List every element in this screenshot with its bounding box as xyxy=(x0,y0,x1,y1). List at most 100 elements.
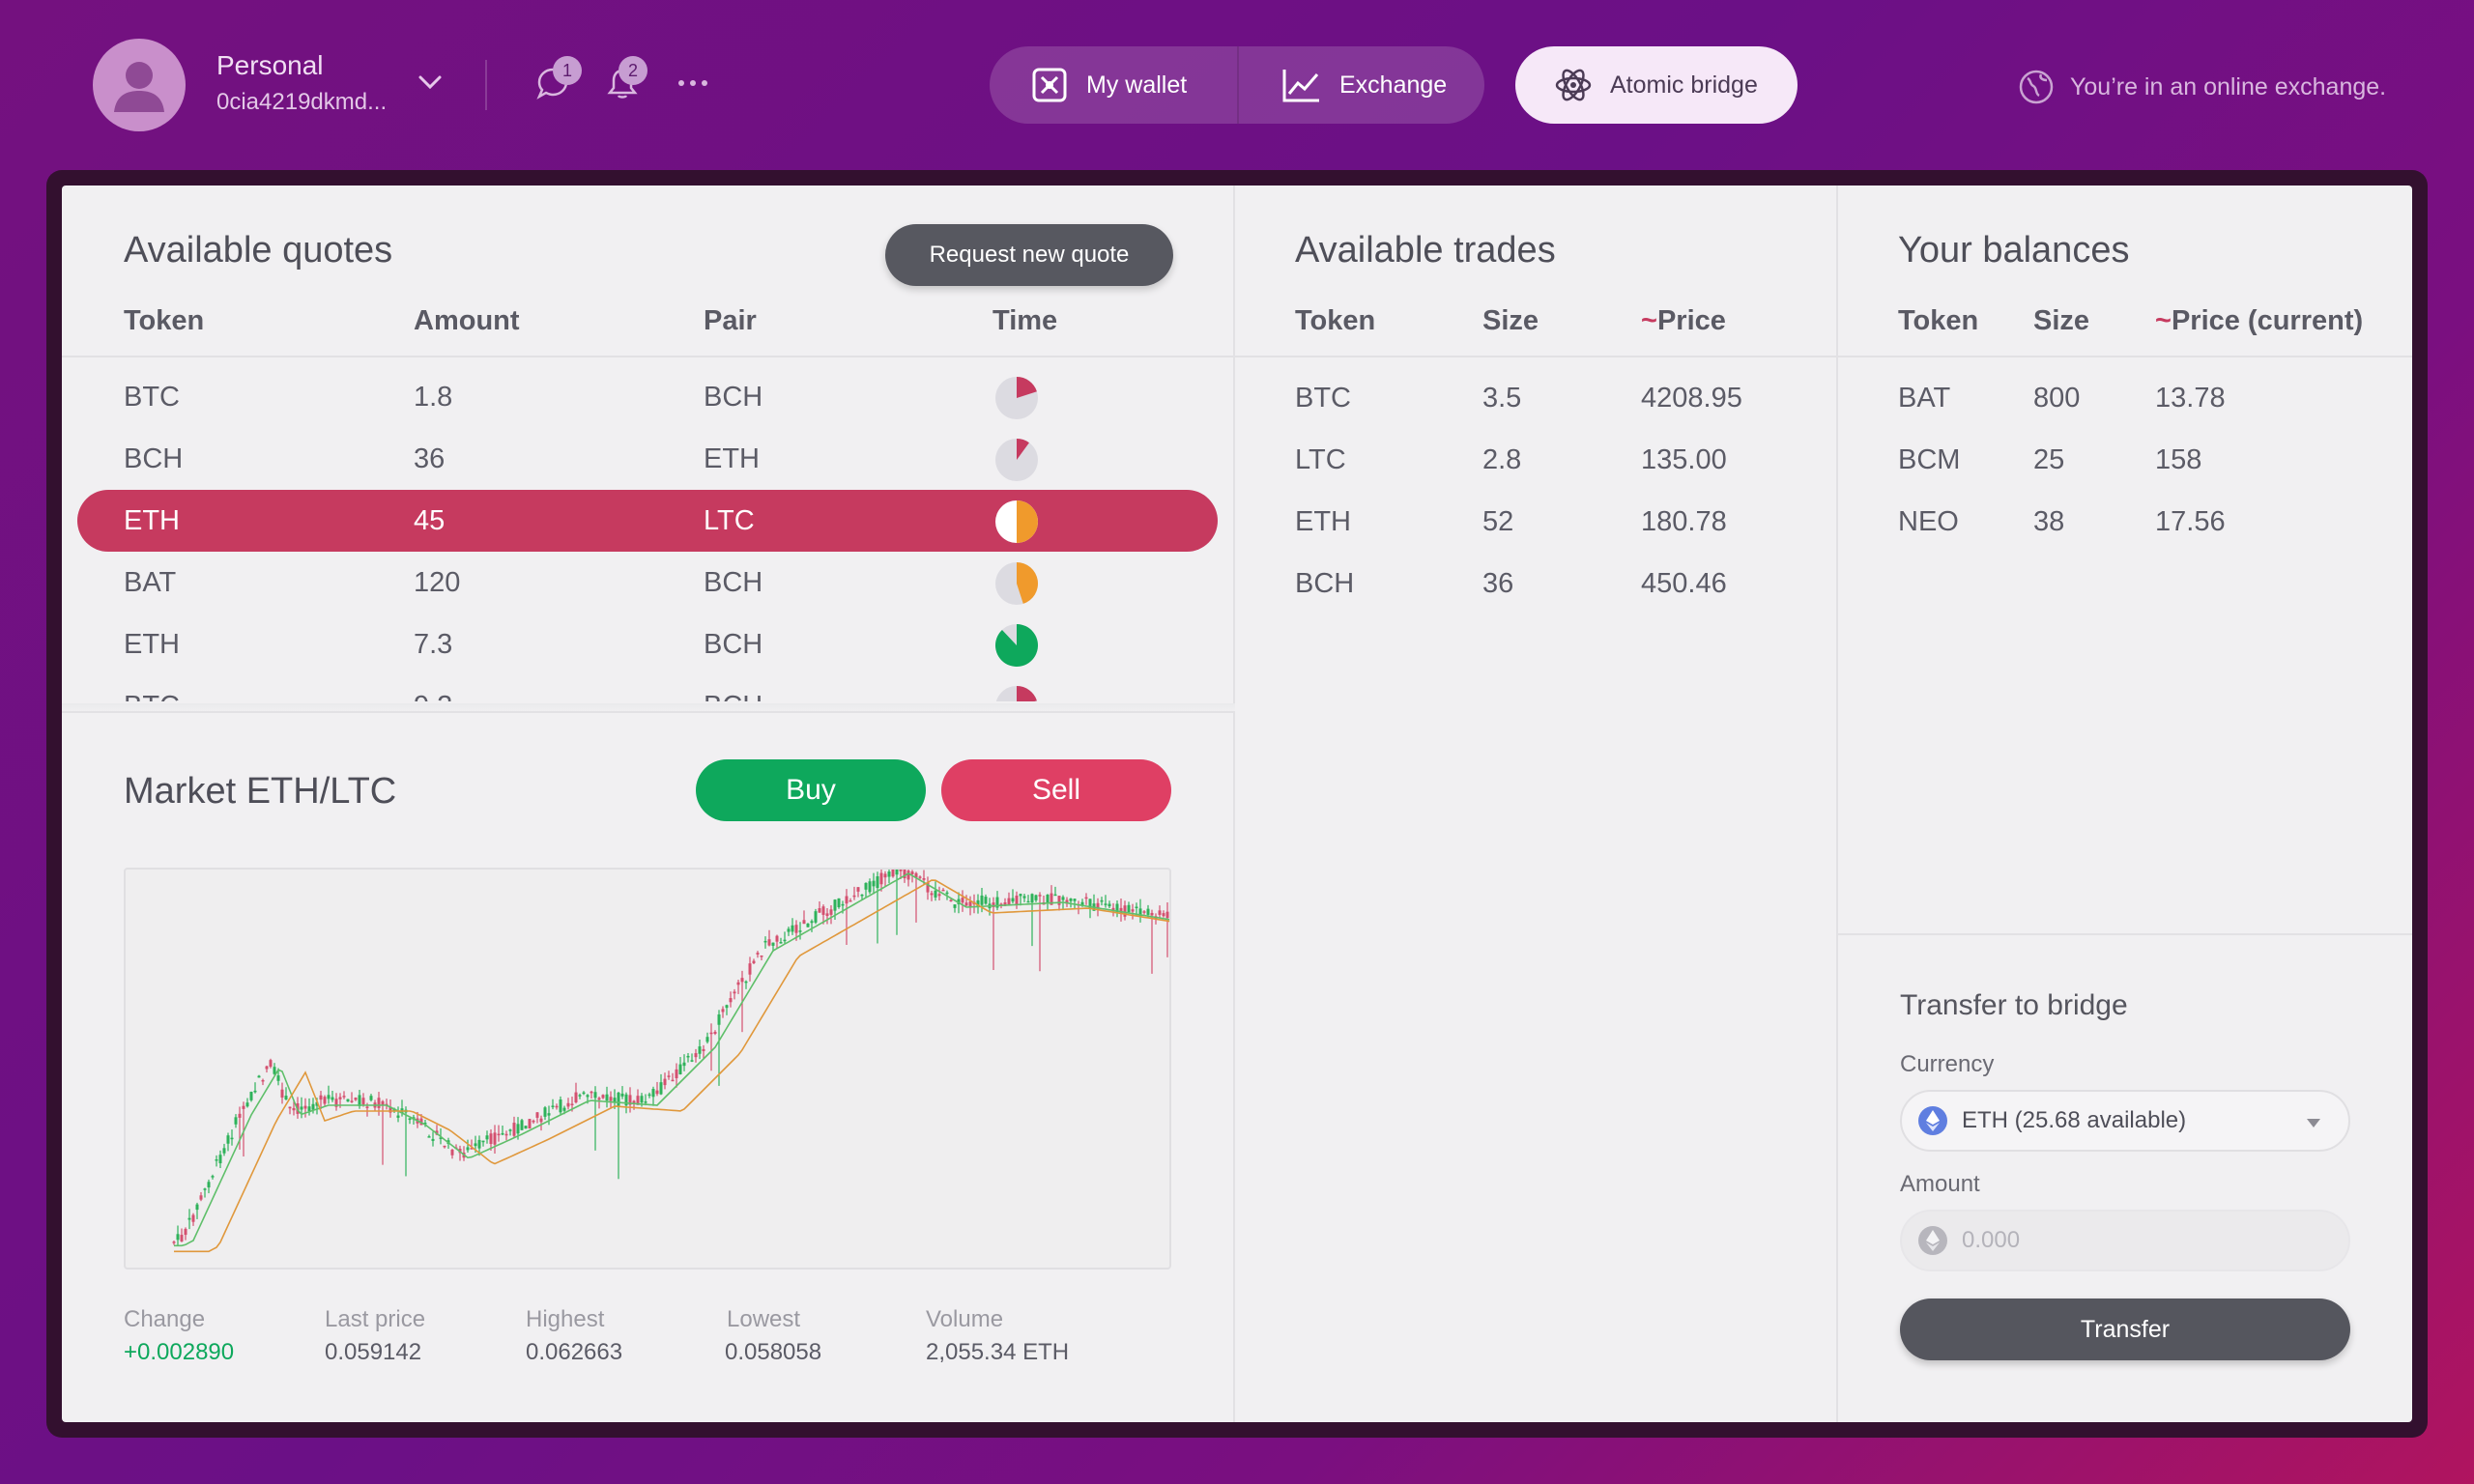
candle xyxy=(1158,905,1162,919)
candle xyxy=(226,1132,230,1152)
candle xyxy=(501,1126,504,1136)
candle xyxy=(195,1202,199,1219)
candle xyxy=(427,1134,431,1138)
candle xyxy=(617,1091,620,1180)
currency-select[interactable]: ETH (25.68 available) xyxy=(1900,1090,2350,1152)
timer-pie-icon xyxy=(995,500,1038,543)
stat-highest-label: Highest xyxy=(526,1306,605,1332)
trades-header-price: ~Price xyxy=(1641,305,1726,337)
quote-amount: 45 xyxy=(414,505,446,536)
candle xyxy=(346,1099,350,1102)
nav-my-wallet[interactable]: My wallet xyxy=(1030,46,1187,124)
balance-token: BAT xyxy=(1898,383,1951,414)
candle xyxy=(342,1091,346,1099)
quote-row[interactable]: BCH 36 ETH xyxy=(62,428,1233,490)
candle xyxy=(230,1129,234,1146)
quote-pair: LTC xyxy=(704,505,755,536)
candle xyxy=(253,1082,257,1094)
trades-title: Available trades xyxy=(1295,230,1556,271)
candle xyxy=(760,955,763,961)
candle xyxy=(918,875,922,879)
header-divider xyxy=(1235,356,1836,357)
candle xyxy=(906,870,910,887)
candle xyxy=(559,1096,562,1116)
stat-change-value: +0.002890 xyxy=(124,1339,235,1365)
quotes-header-amount: Amount xyxy=(414,305,520,336)
candle xyxy=(659,1073,663,1096)
candle xyxy=(481,1140,485,1147)
transfer-button[interactable]: Transfer xyxy=(1900,1298,2350,1360)
nav-exchange[interactable]: Exchange xyxy=(1281,46,1447,124)
candle xyxy=(203,1187,207,1198)
price-chart[interactable] xyxy=(124,868,1171,1270)
candle xyxy=(184,1227,187,1241)
candle xyxy=(520,1118,524,1130)
account-id: 0cia4219dkmd... xyxy=(216,89,388,115)
more-icon[interactable] xyxy=(676,77,709,89)
candle xyxy=(1142,910,1146,915)
candle xyxy=(303,1098,307,1118)
candle xyxy=(1011,889,1015,904)
candle xyxy=(763,936,767,949)
candle xyxy=(508,1128,512,1136)
candle xyxy=(543,1105,547,1121)
chevron-down-icon[interactable] xyxy=(417,73,443,91)
candle xyxy=(868,878,872,895)
candle xyxy=(713,1030,717,1036)
amount-label: Amount xyxy=(1900,1171,1980,1197)
candle xyxy=(733,988,736,1000)
candle xyxy=(269,1058,273,1069)
candle xyxy=(385,1099,388,1110)
amount-input[interactable]: 0.000 xyxy=(1900,1210,2350,1271)
quote-amount: 9.2 xyxy=(414,691,452,701)
candle xyxy=(1108,900,1111,909)
candle xyxy=(334,1093,338,1111)
candle xyxy=(837,898,841,909)
candle xyxy=(787,927,791,936)
candle xyxy=(1022,893,1026,902)
nav-my-wallet-label: My wallet xyxy=(1086,71,1188,99)
candle xyxy=(1123,900,1127,921)
main-panel: Available quotes Request new quote Token… xyxy=(62,186,2412,1422)
candle xyxy=(493,1125,497,1155)
approx-mark: ~ xyxy=(1641,305,1657,336)
balance-size: 800 xyxy=(2033,383,2081,414)
candle xyxy=(485,1130,489,1144)
candle xyxy=(856,887,860,898)
candle xyxy=(628,1087,632,1113)
quote-token: ETH xyxy=(124,629,180,660)
quote-row[interactable]: BTC 9.2 BCH xyxy=(62,675,1233,701)
candle xyxy=(331,1090,334,1102)
quotes-list[interactable]: BTC 1.8 BCH BCH 36 ETH ETH 45 LTC BAT 12… xyxy=(62,357,1233,701)
buy-button[interactable]: Buy xyxy=(696,759,926,821)
trade-price: 135.00 xyxy=(1641,444,1727,475)
candle xyxy=(582,1091,586,1096)
candle xyxy=(984,894,988,905)
candle xyxy=(1050,885,1053,905)
quote-token: BTC xyxy=(124,691,180,701)
avatar[interactable] xyxy=(93,39,186,131)
trade-price: 180.78 xyxy=(1641,506,1727,537)
quote-row[interactable]: BAT 120 BCH xyxy=(62,552,1233,614)
quote-row[interactable]: ETH 7.3 BCH xyxy=(62,614,1233,675)
quote-row-selected[interactable]: ETH 45 LTC xyxy=(62,490,1233,552)
quotes-header-pair: Pair xyxy=(704,305,757,336)
candle xyxy=(992,897,995,971)
candle xyxy=(852,886,856,900)
candle xyxy=(307,1098,311,1116)
candle xyxy=(601,1094,605,1099)
request-new-quote-button[interactable]: Request new quote xyxy=(885,224,1173,286)
candle xyxy=(891,870,895,878)
nav-atomic-bridge[interactable]: Atomic bridge xyxy=(1515,46,1798,124)
quote-row[interactable]: BTC 1.8 BCH xyxy=(62,366,1233,428)
candle xyxy=(590,1090,593,1099)
candle xyxy=(605,1086,609,1108)
candle xyxy=(222,1143,226,1156)
trade-size: 52 xyxy=(1482,506,1514,537)
sell-button[interactable]: Sell xyxy=(941,759,1171,821)
candle xyxy=(647,1092,651,1099)
candle xyxy=(1077,900,1080,915)
candle xyxy=(1026,895,1030,903)
candle xyxy=(1131,903,1135,920)
candle xyxy=(748,956,752,982)
